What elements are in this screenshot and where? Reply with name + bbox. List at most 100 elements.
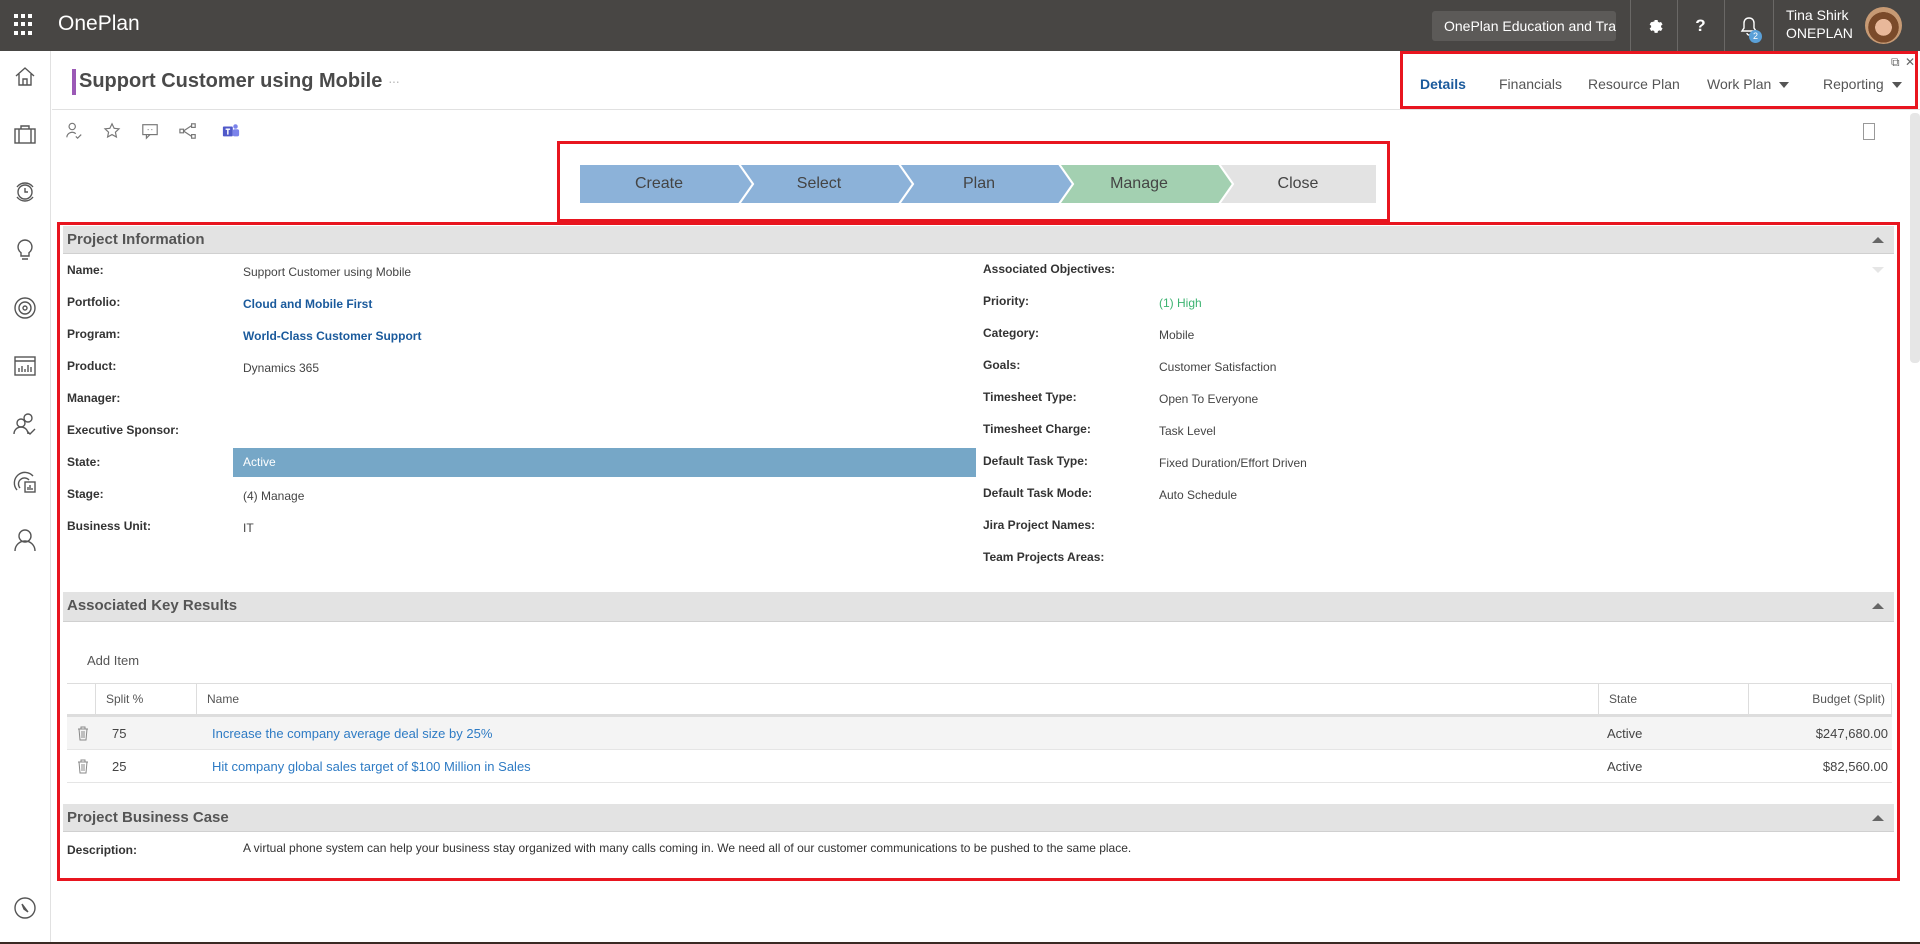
stage-select[interactable]: Select (739, 164, 899, 204)
section-key-results[interactable]: Associated Key Results (63, 592, 1894, 622)
field-label: Default Task Type: (983, 454, 1088, 468)
lightbulb-icon (17, 239, 33, 260)
field-value[interactable]: World-Class Customer Support (243, 329, 421, 343)
field-value: Fixed Duration/Effort Driven (1159, 456, 1307, 470)
person-icon (14, 529, 36, 552)
delete-icon[interactable] (77, 726, 89, 741)
field-label: Category: (983, 326, 1040, 340)
favorite-button[interactable] (103, 122, 123, 142)
tab-resource-plan[interactable]: Resource Plan (1588, 76, 1680, 92)
app-launcher-icon[interactable] (14, 14, 36, 36)
field-label: Product: (67, 359, 117, 373)
section-business-case[interactable]: Project Business Case (63, 804, 1894, 832)
help-button[interactable]: ? (1677, 0, 1723, 51)
field-label: State: (67, 455, 101, 469)
comment-button[interactable] (141, 122, 161, 142)
field-label: Name: (67, 263, 104, 277)
table-row[interactable]: 75 Increase the company average deal size… (67, 717, 1892, 750)
scrollbar[interactable] (1910, 113, 1920, 363)
col-split[interactable]: Split % (95, 684, 196, 715)
field-label: Team Projects Areas: (983, 550, 1105, 564)
tab-details[interactable]: Details (1420, 76, 1466, 92)
section-project-information[interactable]: Project Information (63, 226, 1894, 254)
people-check-icon (13, 413, 36, 435)
home-icon (15, 67, 35, 86)
help-icon: ? (1695, 15, 1706, 35)
expand-objectives-icon[interactable] (1872, 267, 1884, 273)
key-result-link[interactable]: Hit company global sales target of $100 … (212, 750, 531, 783)
delete-icon[interactable] (77, 759, 89, 774)
key-result-link[interactable]: Increase the company average deal size b… (212, 717, 492, 750)
field-value: Support Customer using Mobile (243, 265, 412, 279)
sidebar-item-ideas[interactable] (12, 237, 38, 263)
field-label: Timesheet Charge: (983, 422, 1091, 436)
tab-reporting-label: Reporting (1823, 76, 1884, 92)
sidebar-item-timesheet[interactable] (12, 179, 38, 205)
user-menu[interactable]: Tina Shirk ONEPLAN (1773, 0, 1853, 51)
field-value: Mobile (1159, 328, 1195, 342)
user-org: ONEPLAN (1786, 25, 1853, 41)
add-item-button[interactable]: Add Item (87, 653, 139, 668)
field-value: Customer Satisfaction (1159, 360, 1277, 374)
sidebar-item-resources[interactable] (12, 411, 38, 437)
state-value: Active (1607, 759, 1643, 774)
field-label: Manager: (67, 391, 121, 405)
sidebar-item-explore[interactable] (12, 895, 38, 921)
close-icon[interactable]: ✕ (1905, 55, 1915, 69)
collapse-icon[interactable] (1872, 815, 1884, 821)
field-label: Priority: (983, 294, 1030, 308)
col-budget[interactable]: Budget (Split) (1748, 684, 1892, 715)
description-value: A virtual phone system can help your bus… (243, 841, 1132, 855)
field-value[interactable]: Cloud and Mobile First (243, 297, 372, 311)
avatar[interactable] (1865, 7, 1902, 44)
comment-icon (142, 124, 158, 140)
section-title: Project Business Case (67, 809, 229, 826)
collapse-icon[interactable] (1872, 237, 1884, 243)
state-field[interactable]: Active (233, 448, 976, 477)
collapse-icon[interactable] (1872, 603, 1884, 609)
more-options-icon[interactable]: ··· (388, 73, 400, 89)
sidebar-item-portfolio[interactable] (12, 121, 38, 147)
sidebar-item-profile[interactable] (12, 527, 38, 553)
share-button[interactable] (179, 122, 199, 142)
chevron-down-icon (1779, 82, 1790, 89)
environment-selector[interactable]: OnePlan Education and Training (1432, 11, 1616, 41)
assign-person-button[interactable] (65, 122, 85, 142)
sidebar-item-objectives[interactable] (12, 295, 38, 321)
share-icon (179, 123, 196, 139)
col-state[interactable]: State (1598, 684, 1748, 715)
calculator-icon[interactable] (1863, 123, 1875, 140)
field-label: Timesheet Type: (983, 390, 1077, 404)
stage-manage[interactable]: Manage (1059, 164, 1219, 204)
notifications-button[interactable]: 2 (1724, 0, 1773, 51)
settings-button[interactable] (1630, 0, 1676, 51)
field-label: Portfolio: (67, 295, 121, 309)
popout-icon[interactable]: ⧉ (1891, 55, 1900, 70)
teams-button[interactable] (222, 122, 242, 142)
tab-financials[interactable]: Financials (1499, 76, 1562, 92)
stage-close[interactable]: Close (1219, 164, 1377, 204)
field-label: Program: (67, 327, 121, 341)
tab-work-plan[interactable]: Work Plan (1707, 76, 1790, 92)
page-title: Support Customer using Mobile (79, 70, 383, 92)
sidebar-item-reports[interactable] (12, 353, 38, 379)
field-value: (1) High (1159, 296, 1202, 310)
teams-icon (222, 124, 240, 137)
app-title[interactable]: OnePlan (58, 12, 140, 36)
table-row[interactable]: 25 Hit company global sales target of $10… (67, 750, 1892, 783)
chevron-down-icon (1891, 82, 1902, 89)
stage-plan[interactable]: Plan (899, 164, 1059, 204)
field-label: Default Task Mode: (983, 486, 1093, 500)
table-body: 75 Increase the company average deal size… (67, 717, 1892, 783)
title-accent-bar (72, 69, 76, 95)
stage-create[interactable]: Create (579, 164, 739, 204)
field-value: Task Level (1159, 424, 1216, 438)
field-label: Associated Objectives: (983, 262, 1116, 276)
budget-value: $247,680.00 (1815, 726, 1888, 741)
sidebar-item-home[interactable] (12, 64, 38, 90)
sidebar-item-analytics[interactable] (12, 469, 38, 495)
tab-reporting[interactable]: Reporting (1823, 76, 1902, 92)
col-name[interactable]: Name (196, 684, 1598, 715)
stage-progress: Create Select Plan Manage Close (579, 164, 1377, 204)
state-value: Active (1607, 726, 1643, 741)
